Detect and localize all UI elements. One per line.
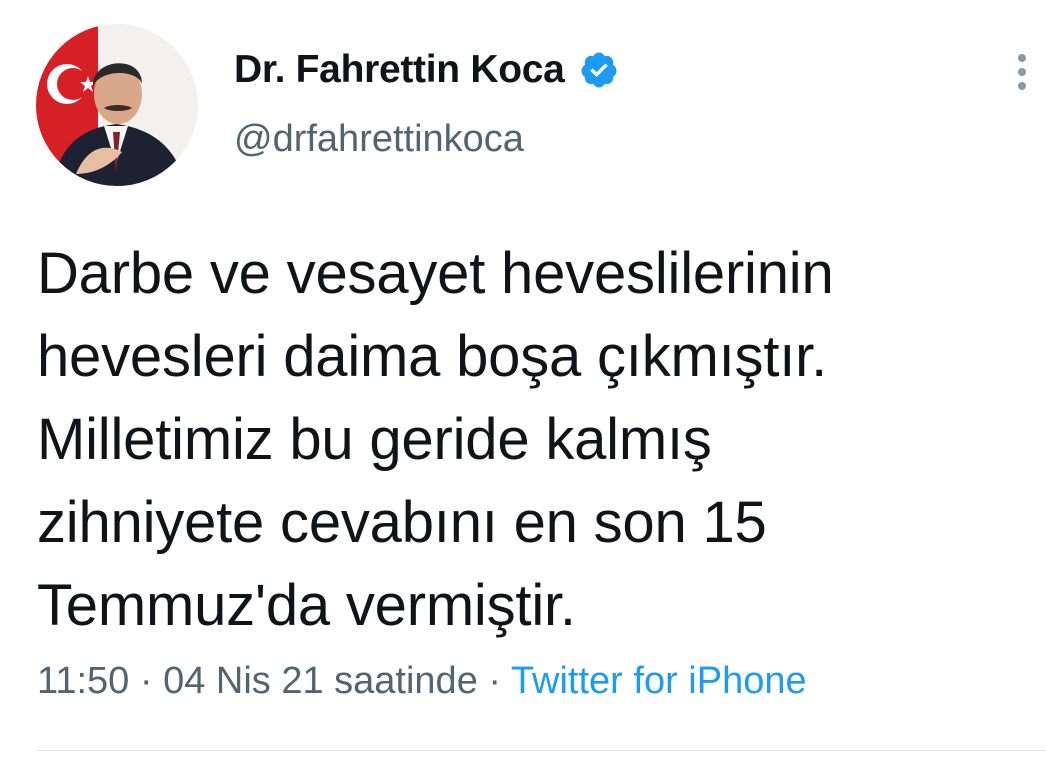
tweet-time[interactable]: 11:50 — [37, 660, 129, 702]
avatar[interactable] — [36, 24, 198, 186]
tweet-date[interactable]: 04 Nis 21 saatinde — [163, 660, 478, 702]
meta-separator: · — [488, 660, 502, 702]
display-name[interactable]: Dr. Fahrettin Koca — [234, 48, 565, 92]
profile-photo — [36, 24, 198, 186]
user-handle[interactable]: @drfahrettinkoca — [234, 118, 524, 161]
more-vertical-icon[interactable] — [1012, 52, 1032, 92]
tweet-meta: 11:50 · 04 Nis 21 saatinde · Twitter for… — [37, 660, 807, 703]
meta-separator: · — [139, 660, 153, 702]
verified-badge-icon — [579, 50, 619, 90]
tweet-source-link[interactable]: Twitter for iPhone — [511, 660, 807, 702]
author-name-row[interactable]: Dr. Fahrettin Koca — [234, 44, 619, 96]
tweet-text: Darbe ve vesayet heveslilerinin hevesler… — [37, 241, 834, 638]
divider — [37, 750, 1046, 751]
